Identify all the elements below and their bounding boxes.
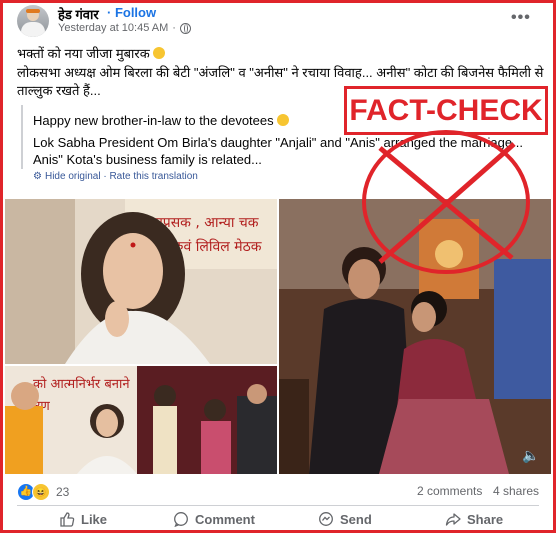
messenger-icon bbox=[319, 512, 333, 526]
hide-original-link[interactable]: Hide original bbox=[45, 171, 101, 182]
footer-divider bbox=[17, 505, 539, 506]
author-avatar[interactable] bbox=[17, 5, 49, 37]
post-timestamp[interactable]: Yesterday at 10:45 AM bbox=[58, 22, 168, 34]
photo-woman-portrait-art: एप्रसक , आन्या चक र रुवं लिविल मेठक bbox=[5, 199, 277, 364]
facebook-post: हेड गंवार · Follow Yesterday at 10:45 AM… bbox=[3, 3, 553, 530]
volume-icon[interactable]: 🔈 bbox=[522, 447, 539, 464]
send-button[interactable]: Send bbox=[318, 511, 372, 527]
comments-count[interactable]: 2 comments bbox=[417, 484, 482, 498]
red-x-stamp bbox=[362, 130, 530, 274]
like-button[interactable]: Like bbox=[59, 511, 107, 527]
globe-icon bbox=[179, 22, 191, 34]
photo-woman-portrait[interactable]: एप्रसक , आन्या चक र रुवं लिविल मेठक bbox=[5, 199, 277, 364]
comment-icon bbox=[174, 512, 188, 527]
share-label: Share bbox=[467, 511, 504, 527]
follow-link[interactable]: · Follow bbox=[107, 5, 156, 20]
reactions-summary[interactable]: 👍 😆 23 bbox=[17, 483, 69, 501]
rate-translation-link[interactable]: · Rate this translation bbox=[103, 171, 198, 182]
share-arrow-icon bbox=[445, 513, 461, 526]
photo-collage-family[interactable]: को आत्मनिर्भर बनाने रण bbox=[5, 366, 277, 474]
banner-text-3: को आत्मनिर्भर बनाने bbox=[33, 376, 130, 392]
comment-button[interactable]: Comment bbox=[173, 511, 255, 527]
post-meta: Yesterday at 10:45 AM · bbox=[58, 22, 191, 34]
shares-count[interactable]: 4 shares bbox=[493, 484, 539, 498]
gear-icon: ⚙ bbox=[33, 171, 42, 182]
translation-controls: ⚙ Hide original · Rate this translation bbox=[33, 171, 198, 182]
thumbs-up-icon bbox=[60, 512, 75, 527]
haha-reaction-icon: 😆 bbox=[32, 483, 50, 501]
smile-emoji-icon bbox=[277, 114, 290, 126]
more-options-icon[interactable]: ••• bbox=[511, 9, 531, 27]
meta-separator: · bbox=[172, 22, 176, 34]
translation-line1: Happy new brother-in-law to the devotees bbox=[33, 113, 290, 128]
photo-collage-family-art: को आत्मनिर्भर बनाने रण bbox=[5, 366, 277, 474]
comment-label: Comment bbox=[195, 511, 255, 527]
reaction-count: 23 bbox=[56, 485, 70, 499]
send-label: Send bbox=[340, 511, 372, 527]
author-name[interactable]: हेड गंवार bbox=[58, 5, 99, 23]
smile-emoji-icon bbox=[153, 47, 166, 59]
like-label: Like bbox=[81, 511, 108, 527]
banner-text-1: एप्रसक , आन्या चक bbox=[155, 215, 259, 231]
post-text-line1: भक्तों को नया जीजा मुबारक bbox=[17, 44, 166, 62]
share-button[interactable]: Share bbox=[445, 511, 503, 527]
